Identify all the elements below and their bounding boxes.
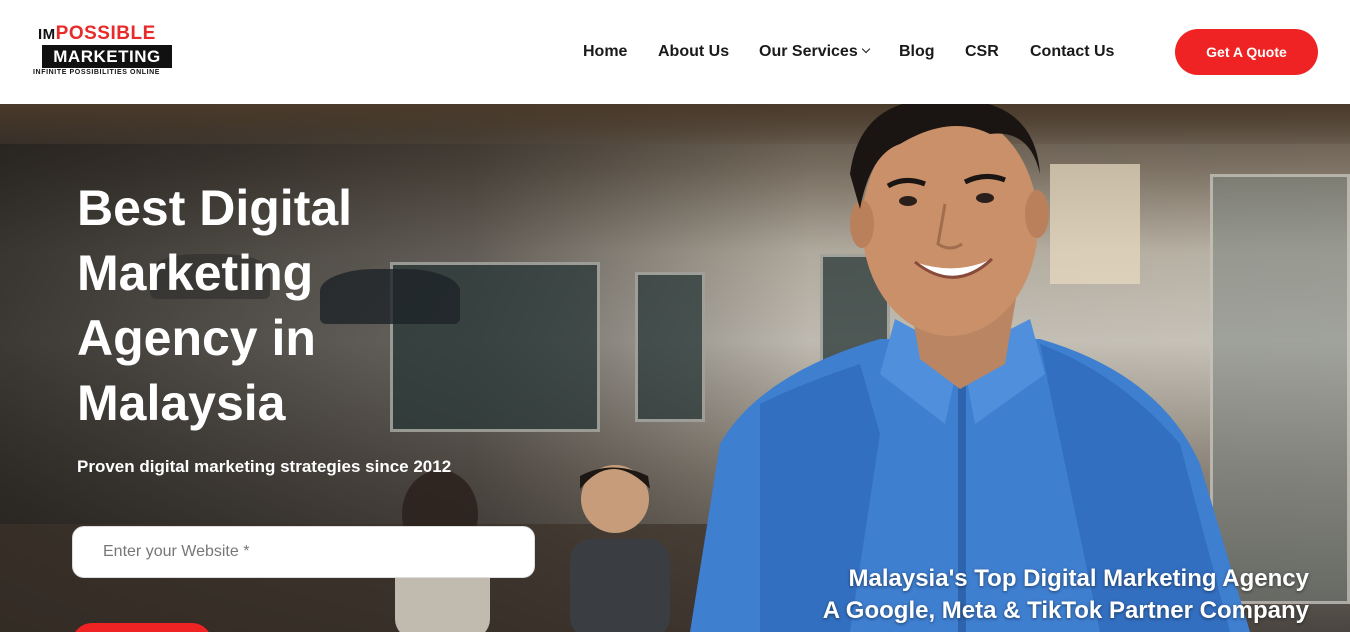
- nav-csr[interactable]: CSR: [965, 42, 999, 62]
- hero-subtitle: Proven digital marketing strategies sinc…: [77, 457, 452, 476]
- nav-our-services[interactable]: Our Services: [759, 42, 870, 62]
- hero-title: Best Digital Marketing Agency in Malaysi…: [77, 180, 353, 431]
- logo-wordmark-top: IMPOSSIBLE: [38, 24, 156, 45]
- nav-home[interactable]: Home: [583, 42, 627, 62]
- website-input[interactable]: [72, 526, 535, 578]
- logo-tagline: INFINITE POSSIBILITIES ONLINE: [33, 69, 161, 76]
- site-header: IMPOSSIBLE MARKETING INFINITE POSSIBILIT…: [0, 0, 1350, 104]
- nav-blog[interactable]: Blog: [899, 42, 935, 62]
- hero-tagline-top: Malaysia's Top Digital Marketing Agency: [848, 565, 1310, 592]
- get-a-quote-button[interactable]: Get A Quote: [1175, 29, 1318, 75]
- chevron-down-icon: [861, 44, 870, 54]
- nav-about-us[interactable]: About Us: [658, 42, 729, 62]
- nav-our-services-label: Our Services: [759, 43, 858, 60]
- logo-marketing: MARKETING: [42, 45, 172, 68]
- submit-button[interactable]: [72, 623, 212, 632]
- logo-possible: POSSIBLE: [55, 23, 156, 44]
- hero-section: Best Digital Marketing Agency in Malaysi…: [0, 104, 1350, 632]
- hero-tagline-bottom: A Google, Meta & TikTok Partner Company: [822, 597, 1309, 624]
- nav-contact-us[interactable]: Contact Us: [1030, 42, 1114, 62]
- logo-im: IM: [38, 26, 56, 43]
- brand-logo[interactable]: IMPOSSIBLE MARKETING INFINITE POSSIBILIT…: [33, 24, 183, 78]
